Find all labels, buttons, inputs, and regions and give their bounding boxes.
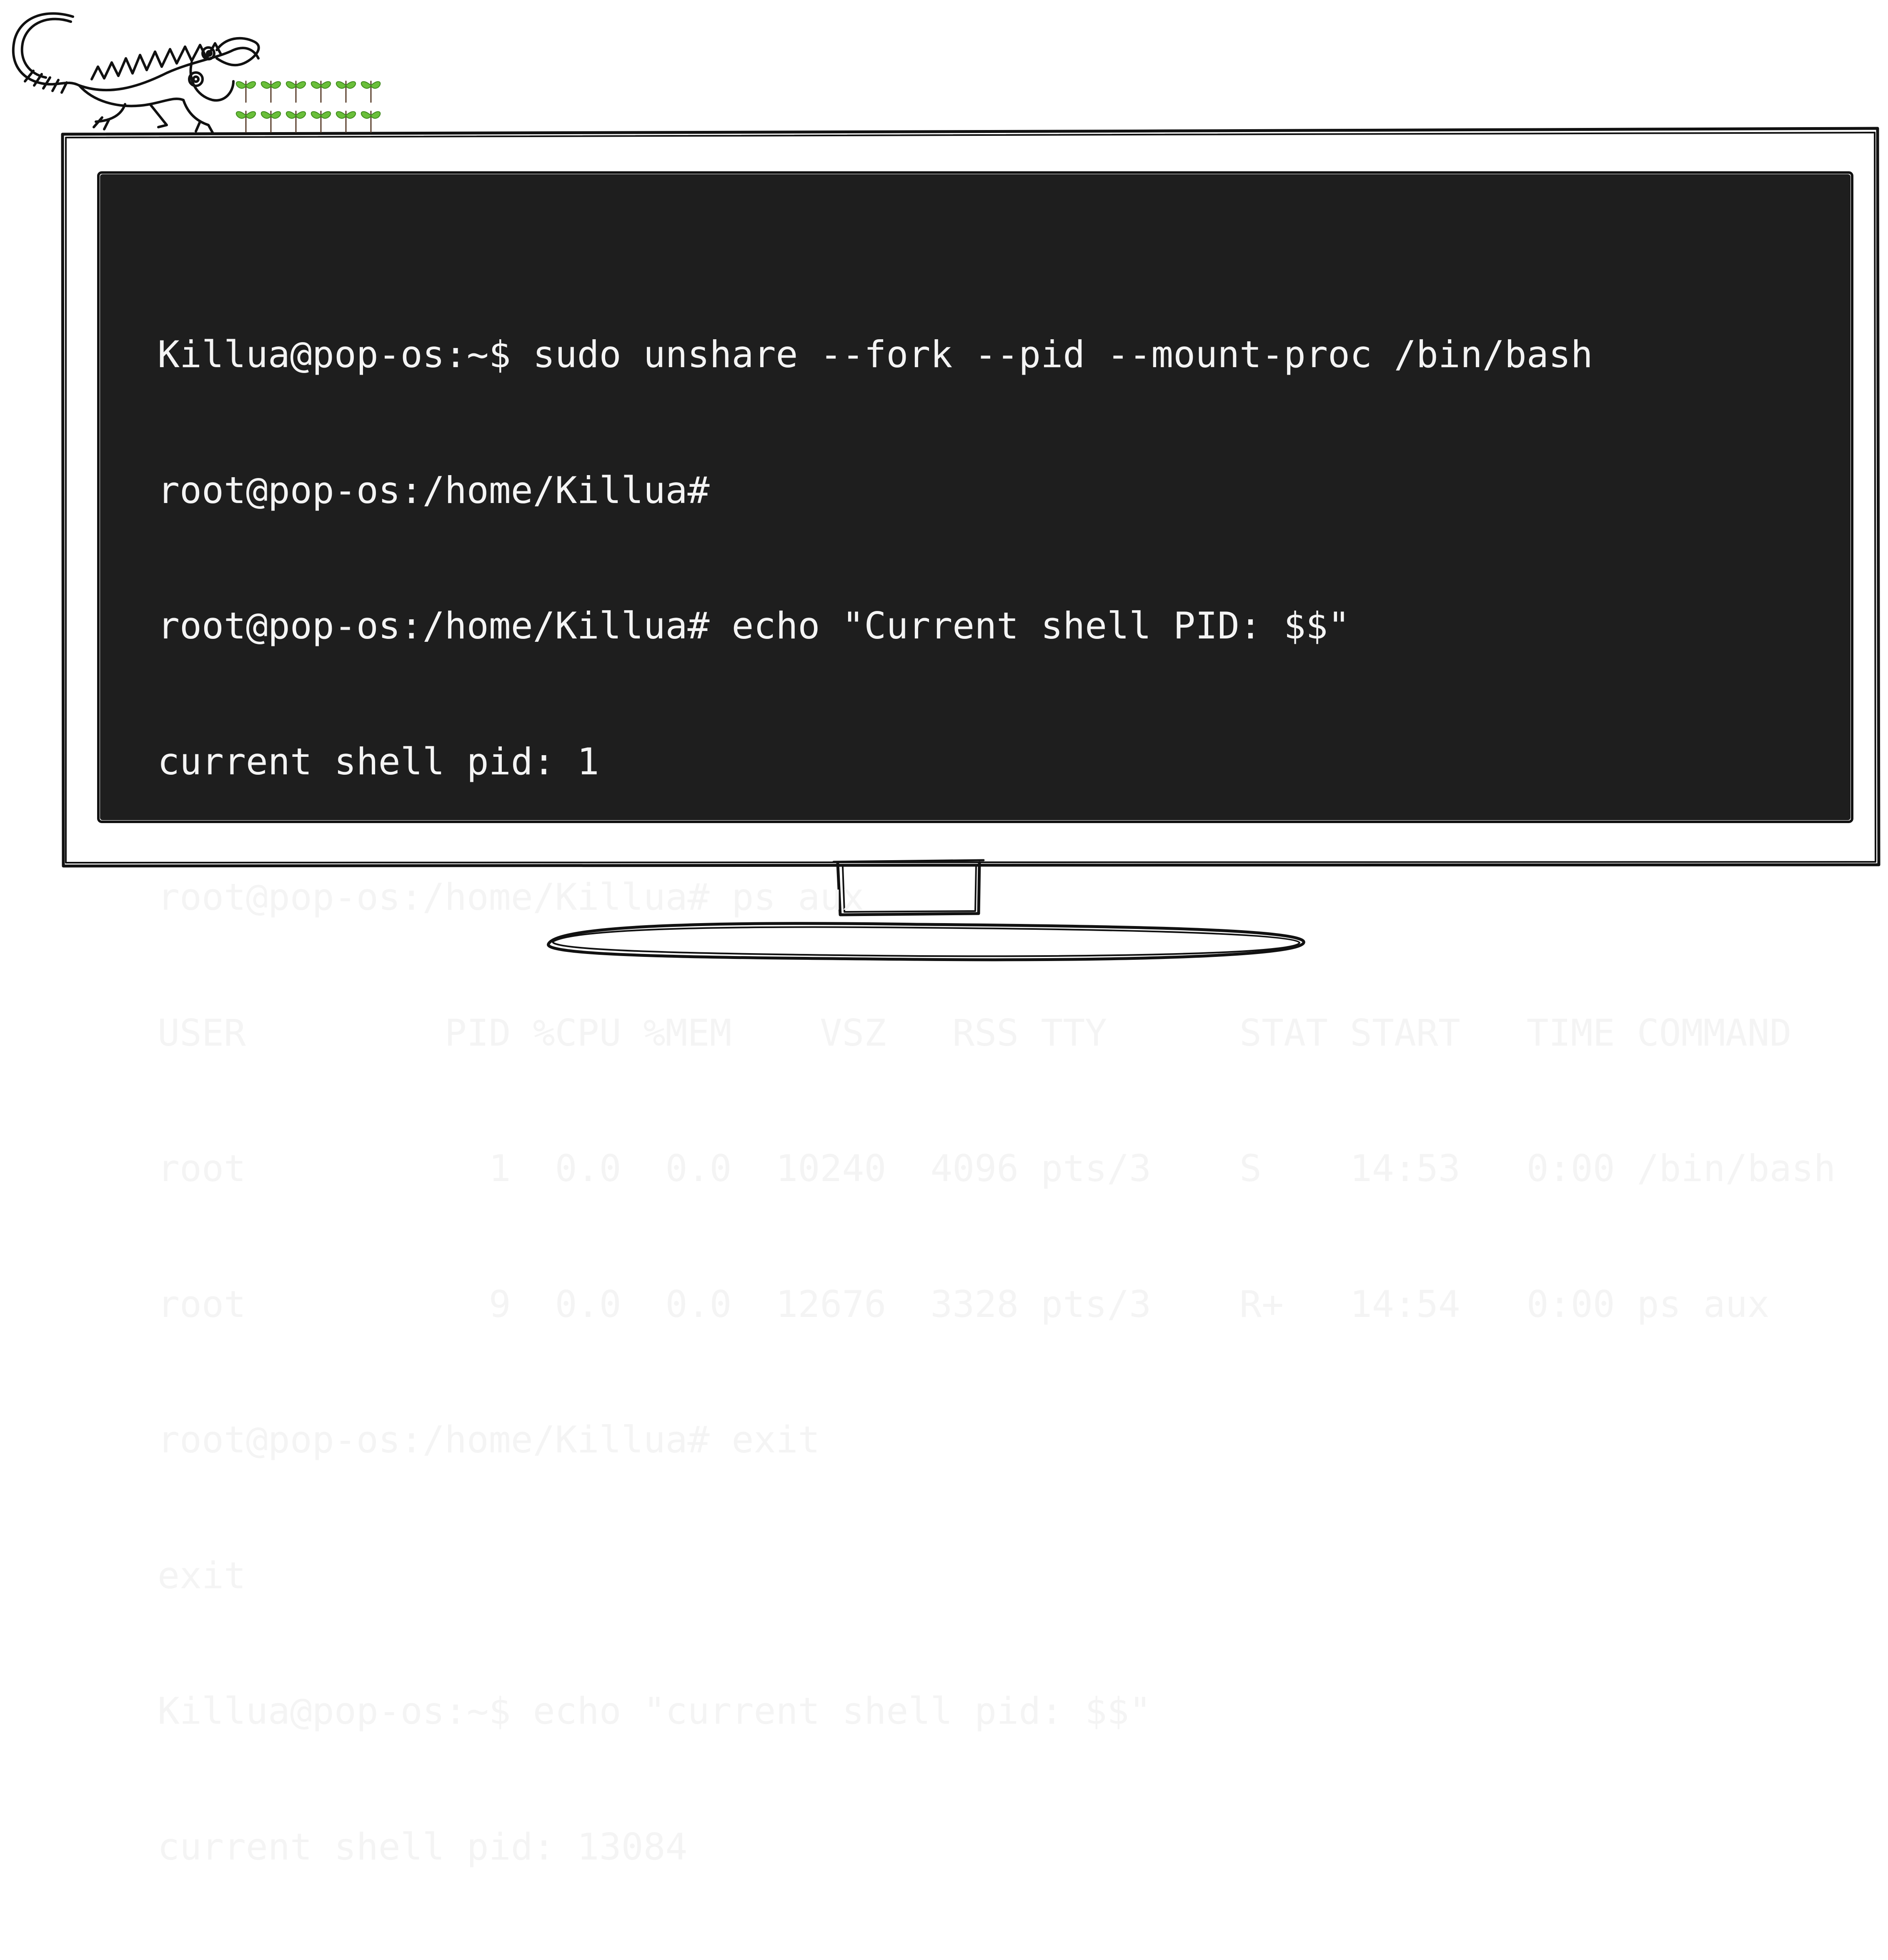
terminal-line: root@pop-os:/home/Killua# ps aux: [158, 876, 864, 919]
sprout-icon: [235, 80, 381, 133]
process-table-row: root 9 0.0 0.0 12676 3328 pts/3 R+ 14:54…: [158, 1282, 1770, 1326]
terminal-line: Killua@pop-os:~$ sudo unshare --fork --p…: [158, 333, 1593, 376]
terminal-line: current shell pid: 13084: [158, 1825, 688, 1868]
iguana-sketch-icon: [12, 12, 260, 134]
terminal-line: exit: [158, 1554, 246, 1597]
terminal-window[interactable]: Killua@pop-os:~$ sudo unshare --fork --p…: [100, 174, 1850, 1868]
terminal-line: root@pop-os:/home/Killua# exit: [158, 1418, 820, 1461]
process-table-row: root 1 0.0 0.0 10240 4096 pts/3 S 14:53 …: [158, 1147, 1836, 1190]
terminal-line: root@pop-os:/home/Killua#: [158, 468, 710, 512]
terminal-output: Killua@pop-os:~$ sudo unshare --fork --p…: [158, 242, 1836, 1960]
terminal-line: current shell pid: 1: [158, 740, 599, 783]
terminal-line: Killua@pop-os:~$ echo "current shell pid…: [158, 1690, 1152, 1732]
sprout-row-bottom: [235, 110, 381, 133]
terminal-line: root@pop-os:/home/Killua# echo "Current …: [158, 604, 1350, 647]
sprout-row-top: [235, 80, 381, 103]
process-table-header: USER PID %CPU %MEM VSZ RSS TTY STAT STAR…: [158, 1011, 1792, 1054]
